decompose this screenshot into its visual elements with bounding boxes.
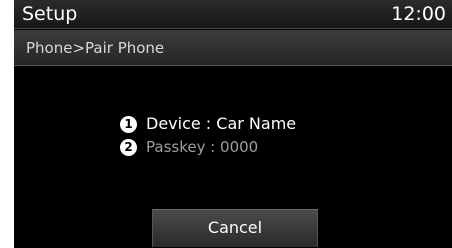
clock: 12:00 (391, 3, 446, 25)
breadcrumb-bar: Phone>Pair Phone (14, 30, 452, 66)
screen-title: Setup (22, 3, 78, 25)
cancel-button[interactable]: Cancel (152, 209, 318, 247)
passkey-label: Passkey : 0000 (146, 138, 259, 156)
callout-marker-2: 2 (120, 138, 137, 156)
title-bar: Setup 12:00 (14, 0, 452, 29)
device-info-row: 1 Device : Car Name (120, 113, 296, 135)
pairing-panel: 1 Device : Car Name 2 Passkey : 0000 Can… (14, 66, 452, 248)
device-name-label: Device : Car Name (146, 114, 297, 133)
breadcrumb: Phone>Pair Phone (26, 39, 165, 57)
passkey-info-row: 2 Passkey : 0000 (120, 136, 258, 158)
callout-marker-1: 1 (120, 115, 137, 133)
setup-screen: Setup 12:00 Phone>Pair Phone 1 Device : … (14, 0, 452, 248)
